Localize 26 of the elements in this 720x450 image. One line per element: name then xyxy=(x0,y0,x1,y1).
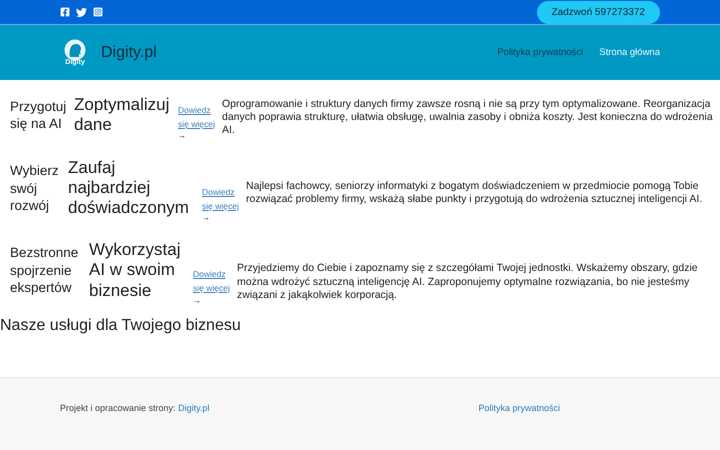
feature-label: Przygotuj się na AI xyxy=(9,98,68,133)
feature-description: Najlepsi fachowcy, seniorzy informatyki z bogatym doświadczeniem w przedmiocie pomogą Tobie rozwiązać problemy firmy, wskażą słabe punkty i przygotują do wdrożenia sztucznej inteligencji AI. xyxy=(246,179,704,206)
call-button[interactable]: Zadzwoń 597273372 xyxy=(536,0,660,24)
arrow-text: → xyxy=(202,213,211,222)
read-more-link[interactable]: Dowiedz się więcej xyxy=(178,104,220,132)
credit-link[interactable]: Digity.pl xyxy=(178,403,210,413)
arrow-text: → xyxy=(193,296,202,305)
nav-link[interactable]: Polityka prywatności xyxy=(497,47,584,58)
facebook-icon[interactable] xyxy=(60,7,70,17)
nav-link[interactable]: Strona główna xyxy=(599,47,660,58)
feature-title: Zaufaj najbardziej doświadczonym xyxy=(68,158,190,219)
privacy-link[interactable]: Polityka prywatności xyxy=(478,403,560,413)
twitter-icon[interactable] xyxy=(76,6,87,18)
footer-credit: Projekt i opracowanie strony: Digity.pl xyxy=(60,403,210,413)
feature-title: Wykorzystaj AI w swoim biznesie xyxy=(89,240,182,302)
feature-description: Przyjedziemy do Ciebie i zapoznamy się z szczegółami Twojej jednostki. Wskażemy obszary, gdzie można wdrożyć sztuczną inteligencję AI. Zaproponujemy optymalne rozwiązania, bo nie jesteśmy związani z jakąkolwiek korporacją. xyxy=(237,261,699,302)
feature-label: Wybierz swój rozwój xyxy=(9,162,60,215)
section-heading: Nasze usługi dla Twojego biznesu xyxy=(0,316,242,335)
feature-title: Zoptymalizuj dane xyxy=(74,94,170,136)
feature-label: Bezstronne spojrzenie ekspertów xyxy=(9,244,80,297)
arrow-text: → xyxy=(178,131,187,140)
site-title[interactable]: Digity.pl xyxy=(101,44,157,62)
read-more-link[interactable]: Dowiedz się więcej xyxy=(193,268,235,296)
feature-description: Oprogramowanie i struktury danych firmy zawsze rosną i nie są przy tym optymalizowane. Reorganizacja danych poprawia strukturę, ułatwia obsługę, uwalnia zasoby i obniża koszty. Jest konieczna do wdrożenia AI. xyxy=(222,97,714,138)
instagram-icon[interactable] xyxy=(93,7,103,17)
read-more-link[interactable]: Dowiedz się więcej xyxy=(202,186,244,214)
